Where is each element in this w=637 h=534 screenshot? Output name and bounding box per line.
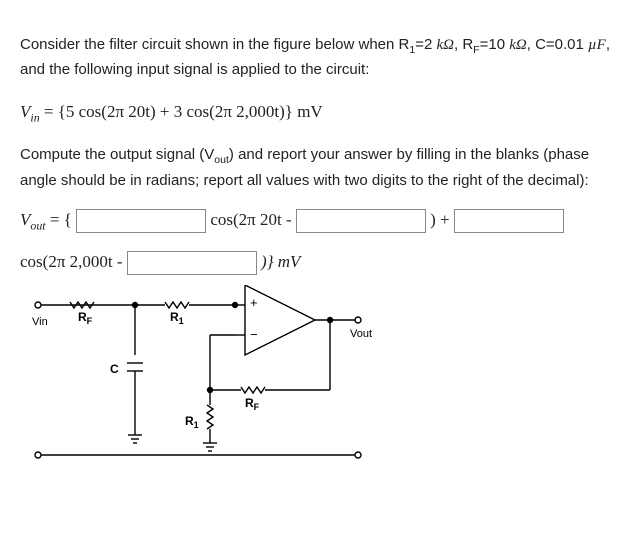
problem-intro: Consider the filter circuit shown in the… [20, 33, 617, 82]
svg-text:RF: RF [245, 396, 260, 412]
circuit-diagram: RF C R1 + − Vout RF [20, 285, 380, 495]
problem-instruction: Compute the output signal (Vout) and rep… [20, 143, 617, 192]
svg-text:R1: R1 [185, 414, 199, 430]
svg-text:C: C [110, 362, 119, 376]
answer-line-2: cos(2π 2,000t - )} mV [20, 249, 617, 275]
amp2-input[interactable] [454, 209, 564, 233]
svg-text:+: + [250, 295, 258, 310]
answer-line-1: Vout = { cos(2π 20t - ) + [20, 207, 617, 235]
vin-equation: Vin = {5 cos(2π 20t) + 3 cos(2π 2,000t)}… [20, 99, 617, 127]
svg-text:RF: RF [78, 310, 93, 326]
amp1-input[interactable] [76, 209, 206, 233]
vin-label: Vin [32, 316, 48, 328]
svg-text:−: − [250, 327, 258, 342]
svg-text:Vout: Vout [350, 328, 372, 340]
phase1-input[interactable] [296, 209, 426, 233]
phase2-input[interactable] [127, 251, 257, 275]
svg-text:R1: R1 [170, 310, 184, 326]
